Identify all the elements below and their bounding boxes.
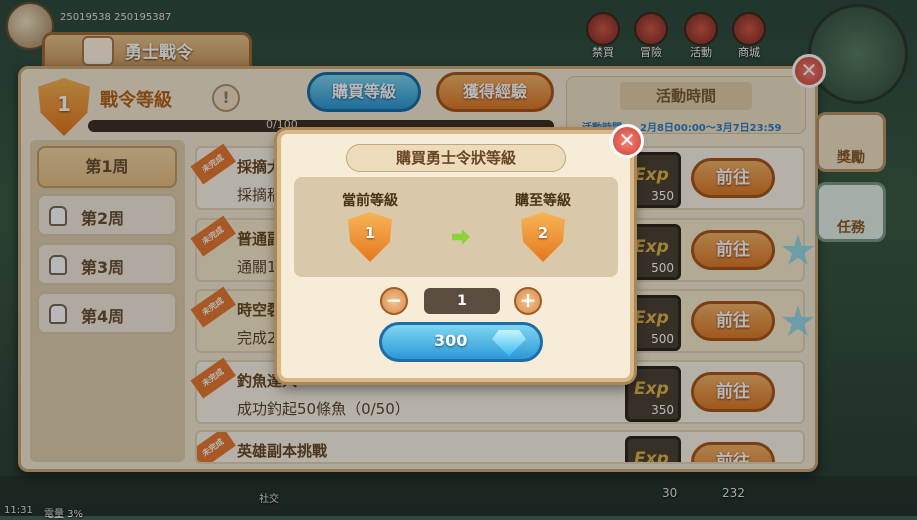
close-dialog-button[interactable]: ✕ bbox=[610, 124, 644, 158]
target-level-value: 2 bbox=[537, 224, 549, 242]
decrease-button[interactable]: − bbox=[380, 287, 408, 315]
current-level-value: 1 bbox=[364, 224, 376, 242]
increase-button[interactable]: + bbox=[514, 287, 542, 315]
diamond-icon bbox=[492, 330, 526, 356]
purchase-button[interactable]: 300 bbox=[379, 322, 543, 362]
purchase-price: 300 bbox=[434, 331, 468, 350]
quantity-field[interactable]: 1 bbox=[424, 288, 500, 314]
target-level-label: 購至等級 bbox=[515, 193, 571, 209]
current-level-label: 當前等級 bbox=[342, 193, 398, 209]
dialog-title: 購買勇士令狀等級 bbox=[395, 149, 516, 167]
